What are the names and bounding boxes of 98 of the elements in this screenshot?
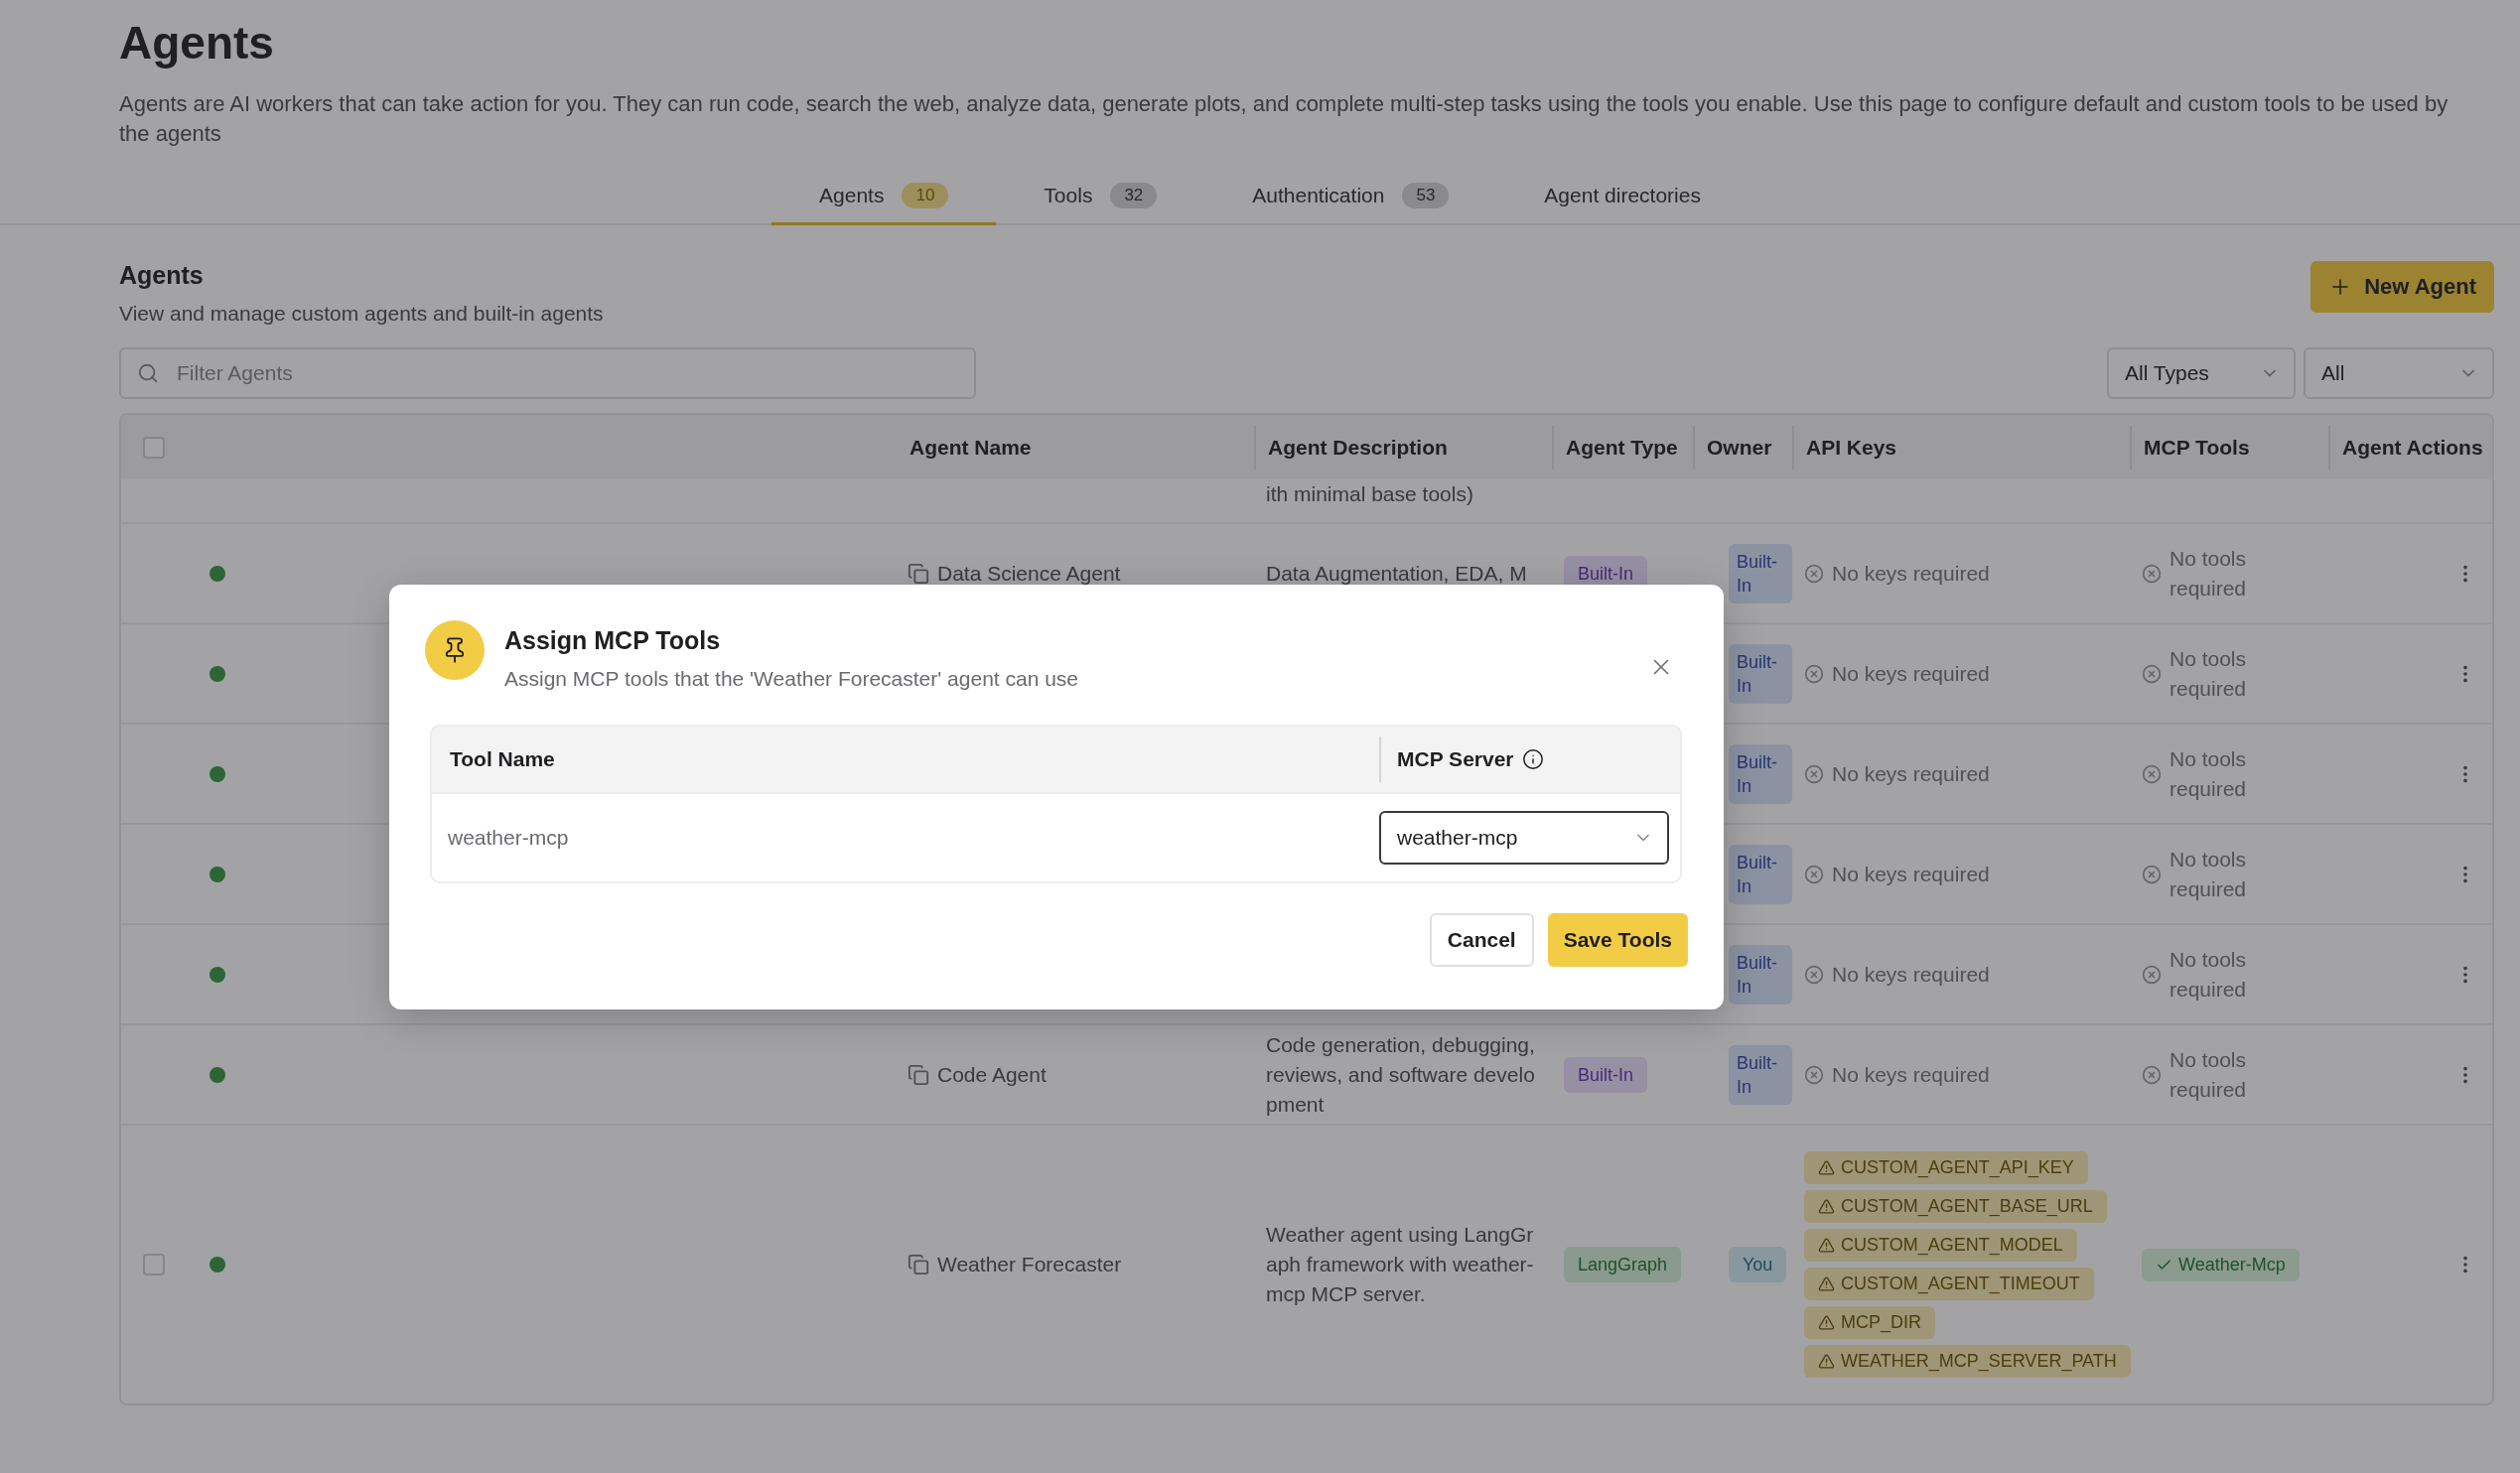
status-dot [210, 1257, 225, 1272]
status-dot [210, 966, 225, 983]
owner-tag: Built-In [1729, 743, 1792, 804]
tab[interactable]: Tools 32 [996, 171, 1205, 225]
column-header: Tool Name [449, 746, 556, 772]
warning-icon [1818, 1314, 1835, 1331]
tab-count: 32 [1110, 183, 1158, 208]
status-dot [210, 866, 225, 882]
x-circle-icon [1804, 864, 1824, 884]
tab-count: 53 [1402, 183, 1450, 208]
agent-name: Weather Forecaster [937, 1253, 1122, 1276]
column-header: MCP Server [1379, 736, 1680, 782]
copy-icon[interactable] [908, 562, 929, 585]
server-select[interactable]: weather-mcp [1379, 811, 1669, 865]
no-tools-text: No tools required [2170, 846, 2248, 902]
info-icon[interactable] [1521, 748, 1544, 770]
x-circle-icon [2142, 563, 2162, 584]
no-tools-text: No tools required [2170, 1046, 2248, 1103]
tool-name: weather-mcp [447, 826, 570, 850]
page-title: Agents [119, 16, 275, 70]
section-title: Agents [119, 261, 205, 290]
copy-icon[interactable] [908, 1063, 929, 1086]
no-tools-text: No tools required [2170, 645, 2248, 702]
status-dot [210, 1066, 225, 1083]
no-keys-text: No keys required [1832, 660, 1990, 687]
agent-name: Data Science Agent [937, 561, 1121, 586]
x-circle-icon [1804, 763, 1824, 784]
copy-icon[interactable] [908, 1254, 929, 1275]
column-header: Agent Description [1254, 425, 1552, 469]
status-dot [210, 665, 225, 682]
x-circle-icon [2142, 763, 2162, 784]
tab-count: 10 [902, 183, 949, 208]
section-subtitle: View and manage custom agents and built-in agents [119, 302, 604, 326]
no-keys-text: No keys required [1832, 1061, 1990, 1088]
x-circle-icon [2142, 1064, 2162, 1085]
search-icon [137, 362, 159, 384]
api-key-tag: CUSTOM_AGENT_TIMEOUT [1804, 1268, 2094, 1300]
x-circle-icon [1804, 563, 1824, 584]
warning-icon [1818, 1275, 1835, 1292]
x-circle-icon [1804, 663, 1824, 684]
pin-icon [425, 620, 485, 680]
cancel-button[interactable]: Cancel [1429, 913, 1534, 967]
agent-description: Data Augmentation, EDA, M [1265, 560, 1528, 587]
status-dot [210, 565, 225, 582]
api-key-tag: WEATHER_MCP_SERVER_PATH [1804, 1345, 2131, 1378]
column-header: Agent Name [909, 434, 1033, 461]
mcp-tool-tag: Weather-Mcp [2142, 1248, 2300, 1281]
api-key-tag: CUSTOM_AGENT_MODEL [1804, 1229, 2077, 1262]
x-circle-icon [1804, 964, 1824, 985]
dialog-title: Assign MCP Tools [504, 626, 722, 655]
column-header: MCP Tools [2130, 425, 2328, 469]
column-header: Owner [1693, 425, 1792, 469]
x-circle-icon [2142, 663, 2162, 684]
row-checkbox[interactable] [143, 1254, 165, 1275]
filter-field[interactable]: Filter Agents [119, 347, 976, 399]
no-tools-text: No tools required [2170, 745, 2248, 802]
new-agent-button[interactable]: New Agent [2310, 261, 2494, 313]
no-tools-text: No tools required [2170, 545, 2248, 602]
status-dot [210, 765, 225, 782]
x-circle-icon [2142, 864, 2162, 884]
warning-icon [1818, 1198, 1835, 1215]
no-keys-text: No keys required [1832, 560, 1990, 587]
warning-icon [1818, 1237, 1835, 1254]
owner-tag: Built-In [1729, 1044, 1792, 1105]
x-circle-icon [2142, 964, 2162, 985]
table-cell-text: ith minimal base tools) [1265, 481, 1474, 507]
warning-icon [1818, 1159, 1835, 1176]
type-select[interactable]: All Types [2107, 347, 2296, 399]
owner-tag: Built-In [1729, 944, 1792, 1004]
page-description: Agents are AI workers that can take action for you. They can run code, search the web, analyze data, generate plots, and complete multi-step tasks using the tools you enable. Use this page to configure default and custom tools to be used by the agents [119, 90, 2450, 148]
tab[interactable]: Agents 10 [771, 171, 997, 225]
agent-description: Weather agent using LangGraph framework with weather-mcp MCP server. [1265, 1222, 1535, 1307]
x-circle-icon [1804, 1064, 1824, 1085]
api-key-tag: MCP_DIR [1804, 1306, 1935, 1339]
warning-icon [1818, 1353, 1835, 1370]
owner-tag: Built-In [1729, 844, 1792, 904]
agent-description: Code generation, debugging, reviews, and software development [1265, 1031, 1536, 1118]
owner-tag: Built-In [1729, 643, 1792, 704]
tab[interactable]: Agent directories [1496, 171, 1749, 225]
owner-tag: Built-In [1729, 543, 1792, 603]
dialog-subtitle: Assign MCP tools that the 'Weather Forecaster' agent can use [504, 667, 1080, 691]
column-header: API Keys [1792, 425, 2130, 469]
owner-select[interactable]: All [2304, 347, 2494, 399]
no-keys-text: No keys required [1832, 961, 1990, 988]
no-keys-text: No keys required [1832, 861, 1990, 887]
column-header: Agent Actions [2328, 425, 2492, 469]
owner-tag: You [1729, 1247, 1787, 1282]
tab[interactable]: Authentication 53 [1204, 171, 1497, 225]
column-header: Agent Type [1552, 425, 1693, 469]
agent-type-tag: LangGraph [1564, 1247, 1682, 1282]
save-tools-button[interactable]: Save Tools [1547, 913, 1688, 967]
api-key-tag: CUSTOM_AGENT_BASE_URL [1804, 1190, 2107, 1223]
api-key-tag: CUSTOM_AGENT_API_KEY [1804, 1151, 2088, 1184]
select-all-checkbox[interactable] [143, 436, 165, 459]
no-keys-text: No keys required [1832, 760, 1990, 787]
no-tools-text: No tools required [2170, 946, 2248, 1003]
agent-name: Code Agent [937, 1062, 1047, 1087]
agent-type-tag: Built-In [1564, 1056, 1648, 1093]
